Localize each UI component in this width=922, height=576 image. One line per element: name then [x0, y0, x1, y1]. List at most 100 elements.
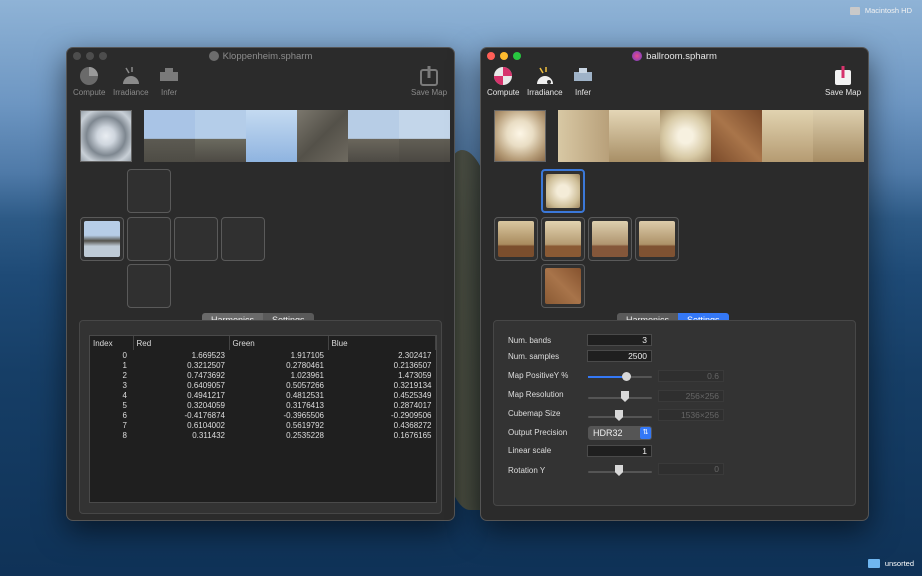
irradiance-icon	[120, 66, 142, 86]
zoom-button[interactable]	[99, 52, 107, 60]
infer-button[interactable]: Infer	[158, 66, 180, 97]
irradiance-sphere-preview	[80, 110, 132, 162]
map-resolution-label: Map Resolution	[508, 390, 564, 399]
rotation-y-slider[interactable]	[588, 465, 652, 476]
save-map-button[interactable]: Save Map	[825, 66, 861, 97]
rotation-y-label: Rotation Y	[508, 466, 546, 475]
map-positive-y-field[interactable]: 0.6	[658, 370, 724, 382]
document-icon	[632, 51, 643, 61]
table-row[interactable]: 2 0.7473692 1.023961 1.473059	[90, 370, 436, 380]
cube-face-front[interactable]	[127, 217, 171, 261]
cell-green: 0.2780461	[286, 360, 324, 370]
minimize-button[interactable]	[500, 52, 508, 60]
table-row[interactable]: 4 0.4941217 0.4812531 0.4525349	[90, 390, 436, 400]
cell-green: 0.3176413	[286, 400, 324, 410]
linear-scale-label: Linear scale	[508, 446, 552, 455]
window-titlebar[interactable]: ballroom.spharm	[481, 48, 868, 64]
cube-face-top[interactable]	[541, 169, 585, 213]
minimize-button[interactable]	[86, 52, 94, 60]
num-samples-field[interactable]: 2500	[587, 350, 652, 362]
desktop-folder-unsorted[interactable]: unsorted	[867, 559, 914, 568]
cell-index: 4	[122, 390, 127, 400]
cubemap-strip-preview	[558, 110, 864, 162]
cell-index: 0	[122, 350, 127, 360]
cell-red: -0.4176874	[184, 410, 225, 420]
col-red[interactable]: Red	[133, 336, 230, 350]
rotation-y-field[interactable]: 0	[658, 463, 724, 475]
table-row[interactable]: 3 0.6409057 0.5057266 0.3219134	[90, 380, 436, 390]
cube-face-front[interactable]	[541, 217, 585, 261]
cube-face-right[interactable]	[174, 217, 218, 261]
cube-face-bottom[interactable]	[127, 264, 171, 308]
table-row[interactable]: 5 0.3204059 0.3176413 0.2874017	[90, 400, 436, 410]
cell-blue: 0.3219134	[393, 380, 432, 390]
cell-blue: 0.4525349	[393, 390, 432, 400]
table-row[interactable]: 7 0.6104002 0.5619792 0.4368272	[90, 420, 436, 430]
irradiance-sphere-preview	[494, 110, 546, 162]
compute-icon	[492, 66, 514, 86]
cell-index: 3	[122, 380, 127, 390]
irradiance-icon	[534, 66, 556, 86]
num-bands-field[interactable]: 3	[587, 334, 652, 346]
cubemap-size-field[interactable]: 1536×256	[658, 409, 724, 421]
disk-label: Macintosh HD	[864, 6, 912, 15]
map-resolution-field[interactable]: 256×256	[658, 390, 724, 402]
cell-green: -0.3965506	[283, 410, 324, 420]
cell-blue: 0.2136507	[393, 360, 432, 370]
save-map-icon	[832, 66, 854, 86]
cell-green: 1.917105	[290, 350, 324, 360]
harmonics-table: Index Red Green Blue 0 1.669523 1.917105 2.…	[89, 335, 437, 503]
col-index[interactable]: Index	[90, 336, 134, 350]
cell-red: 0.7473692	[187, 370, 225, 380]
chevron-updown-icon: ⇅	[640, 427, 651, 439]
map-thumbnails	[80, 110, 450, 162]
cell-blue: 2.302417	[398, 350, 432, 360]
cell-index: 5	[122, 400, 127, 410]
map-positive-y-slider[interactable]	[588, 372, 652, 381]
map-resolution-slider[interactable]	[588, 391, 652, 402]
map-thumbnails	[494, 110, 864, 162]
num-bands-label: Num. bands	[508, 336, 552, 345]
close-button[interactable]	[73, 52, 81, 60]
save-map-button[interactable]: Save Map	[411, 66, 447, 97]
compute-button[interactable]: Compute	[73, 66, 105, 97]
cubemap-size-slider[interactable]	[588, 410, 652, 421]
table-row[interactable]: 8 0.311432 0.2535228 0.1676165	[90, 430, 436, 440]
window-titlebar[interactable]: Kloppenheim.spharm	[67, 48, 454, 64]
table-row[interactable]: 6 -0.4176874 -0.3965506 -0.2909506	[90, 410, 436, 420]
output-precision-label: Output Precision	[508, 428, 568, 437]
zoom-button[interactable]	[513, 52, 521, 60]
cell-red: 1.669523	[191, 350, 225, 360]
cell-red: 0.6104002	[187, 420, 225, 430]
document-icon	[208, 51, 219, 61]
cell-red: 0.3212507	[187, 360, 225, 370]
irradiance-button[interactable]: Irradiance	[527, 66, 563, 97]
infer-icon	[572, 66, 594, 86]
kloppenheim-window[interactable]: Kloppenheim.spharm Compute Irradiance In…	[66, 47, 455, 521]
cell-index: 8	[122, 430, 127, 440]
cube-face-left[interactable]	[80, 217, 124, 261]
cubemap-size-label: Cubemap Size	[508, 409, 561, 418]
cell-green: 1.023961	[290, 370, 324, 380]
cube-face-back[interactable]	[221, 217, 265, 261]
infer-button[interactable]: Infer	[572, 66, 594, 97]
table-row[interactable]: 0 1.669523 1.917105 2.302417	[90, 350, 436, 360]
linear-scale-field[interactable]: 1	[587, 445, 652, 457]
cell-red: 0.3204059	[187, 400, 225, 410]
cube-face-right[interactable]	[588, 217, 632, 261]
cube-face-top[interactable]	[127, 169, 171, 213]
output-precision-select[interactable]: HDR32 ⇅	[588, 426, 652, 440]
cube-face-bottom[interactable]	[541, 264, 585, 308]
cell-red: 0.4941217	[187, 390, 225, 400]
close-button[interactable]	[487, 52, 495, 60]
irradiance-button[interactable]: Irradiance	[113, 66, 149, 97]
menubar-disk[interactable]: Macintosh HD	[849, 6, 912, 15]
compute-button[interactable]: Compute	[487, 66, 519, 97]
cube-face-back[interactable]	[635, 217, 679, 261]
col-blue[interactable]: Blue	[328, 336, 436, 350]
table-row[interactable]: 1 0.3212507 0.2780461 0.2136507	[90, 360, 436, 370]
cube-face-left[interactable]	[494, 217, 538, 261]
cell-green: 0.5057266	[286, 380, 324, 390]
col-green[interactable]: Green	[229, 336, 329, 350]
hard-disk-icon	[849, 6, 860, 15]
